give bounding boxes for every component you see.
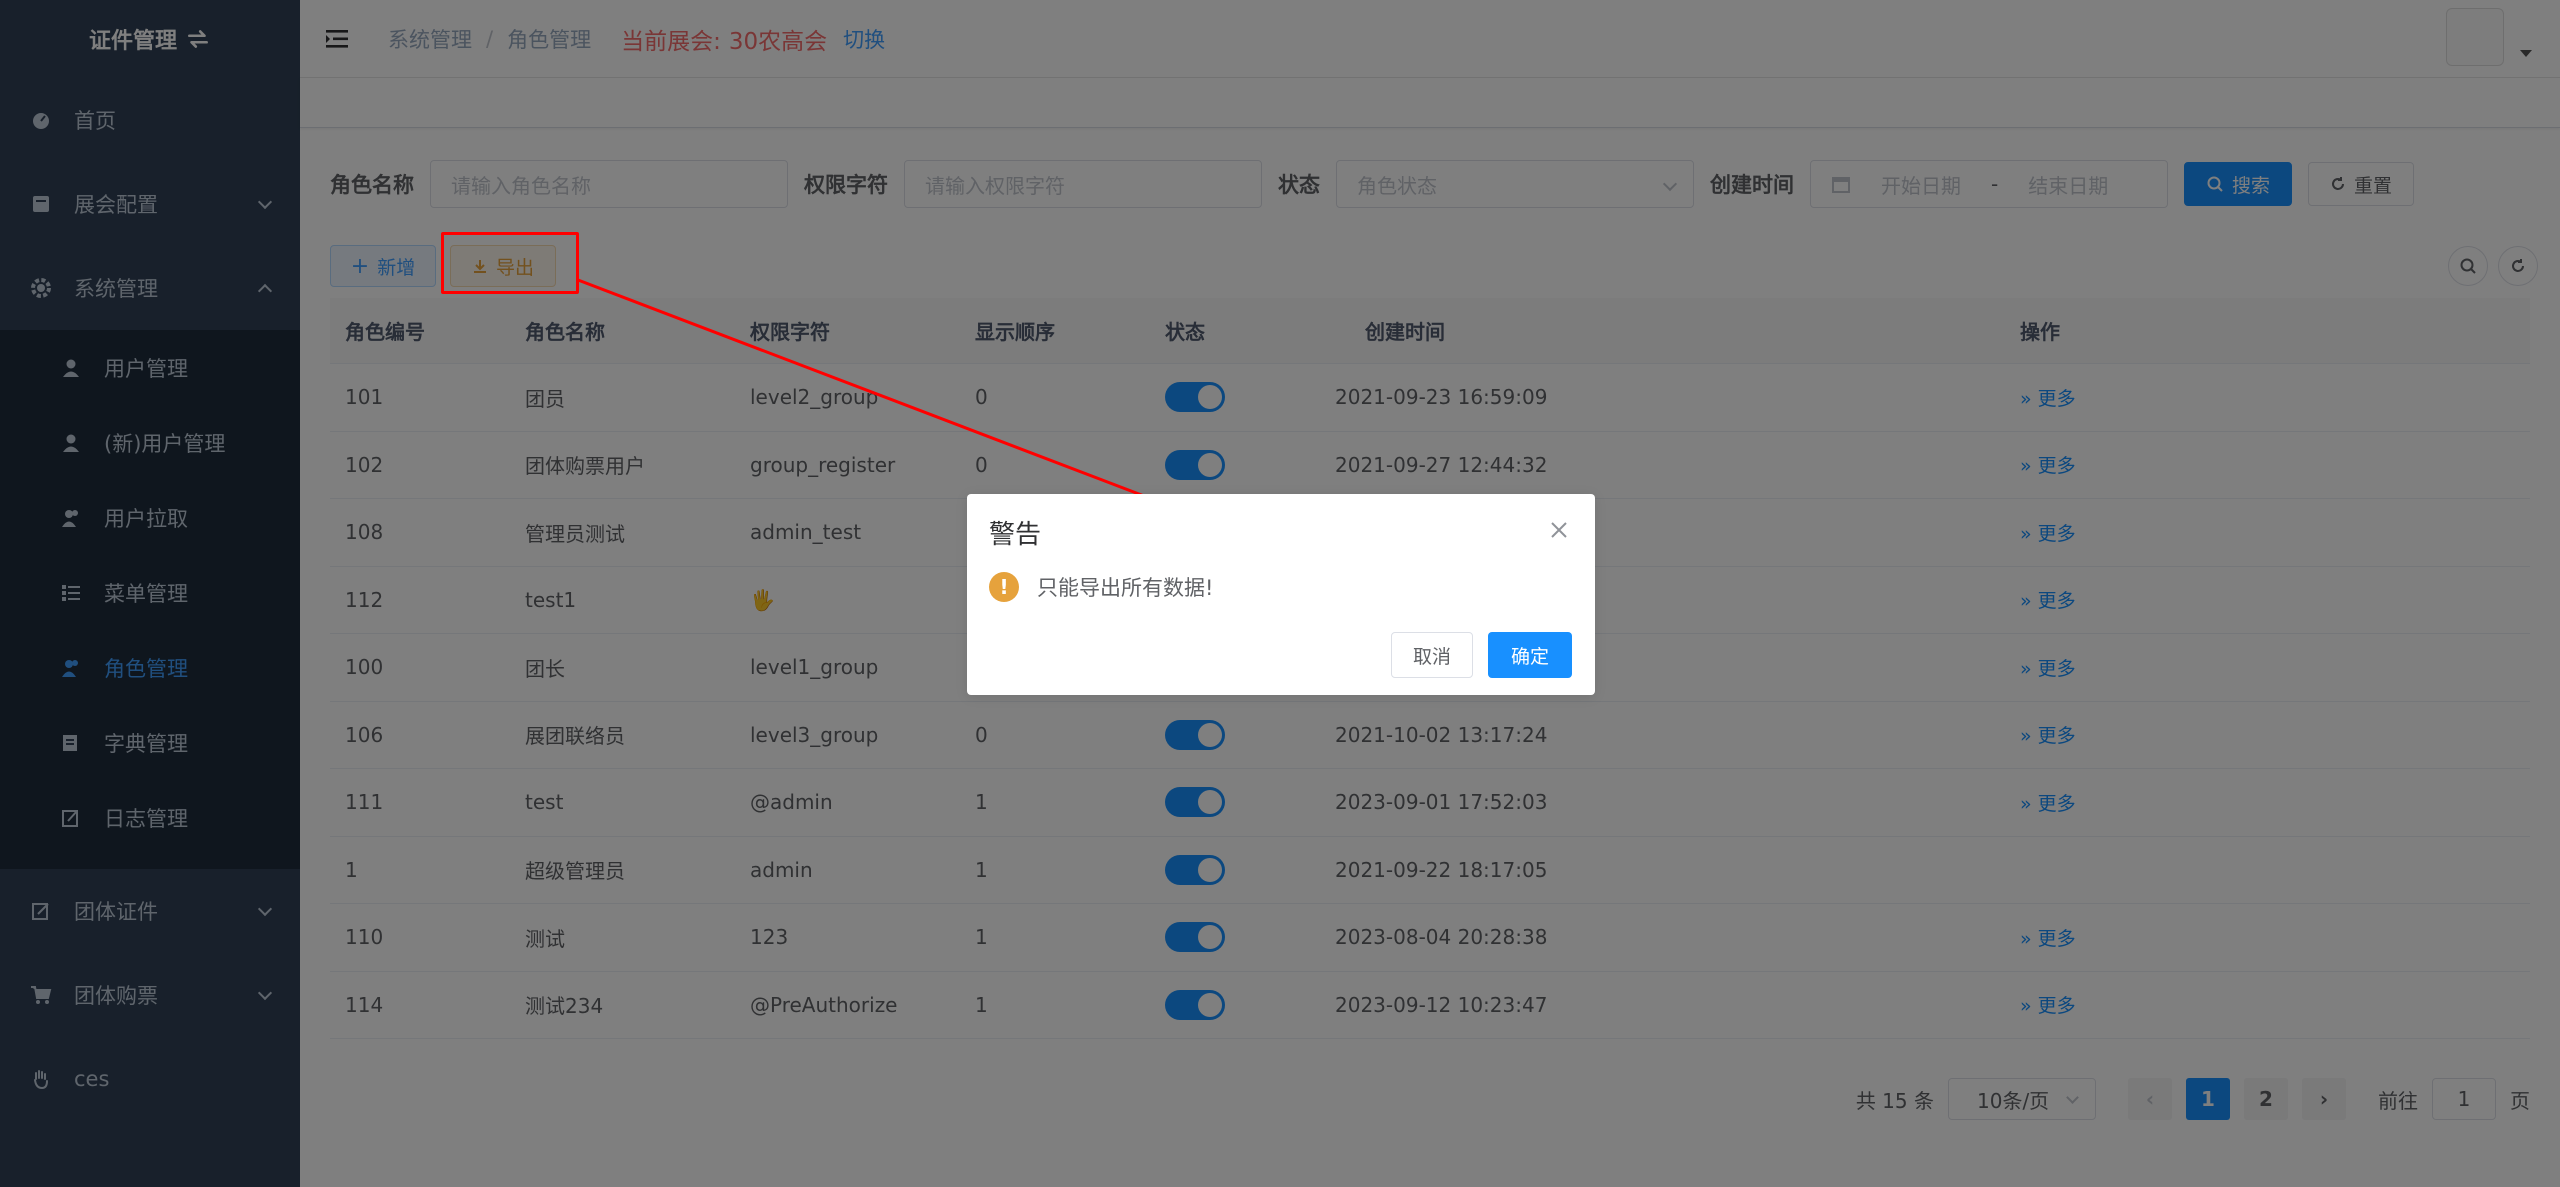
dialog-title: 警告	[989, 520, 1042, 550]
cancel-button-label: 取消	[1412, 645, 1451, 668]
annotation-highlight-box	[441, 232, 579, 294]
cancel-button[interactable]: 取消	[1391, 632, 1473, 678]
warning-icon: !	[989, 572, 1019, 602]
close-icon[interactable]	[1549, 520, 1569, 540]
warning-dialog: 警告 ! 只能导出所有数据! 取消 确定	[967, 494, 1595, 695]
dialog-message-row: ! 只能导出所有数据!	[989, 572, 1213, 602]
confirm-button-label: 确定	[1510, 645, 1549, 668]
dialog-message: 只能导出所有数据!	[1037, 576, 1214, 600]
confirm-button[interactable]: 确定	[1488, 632, 1572, 678]
